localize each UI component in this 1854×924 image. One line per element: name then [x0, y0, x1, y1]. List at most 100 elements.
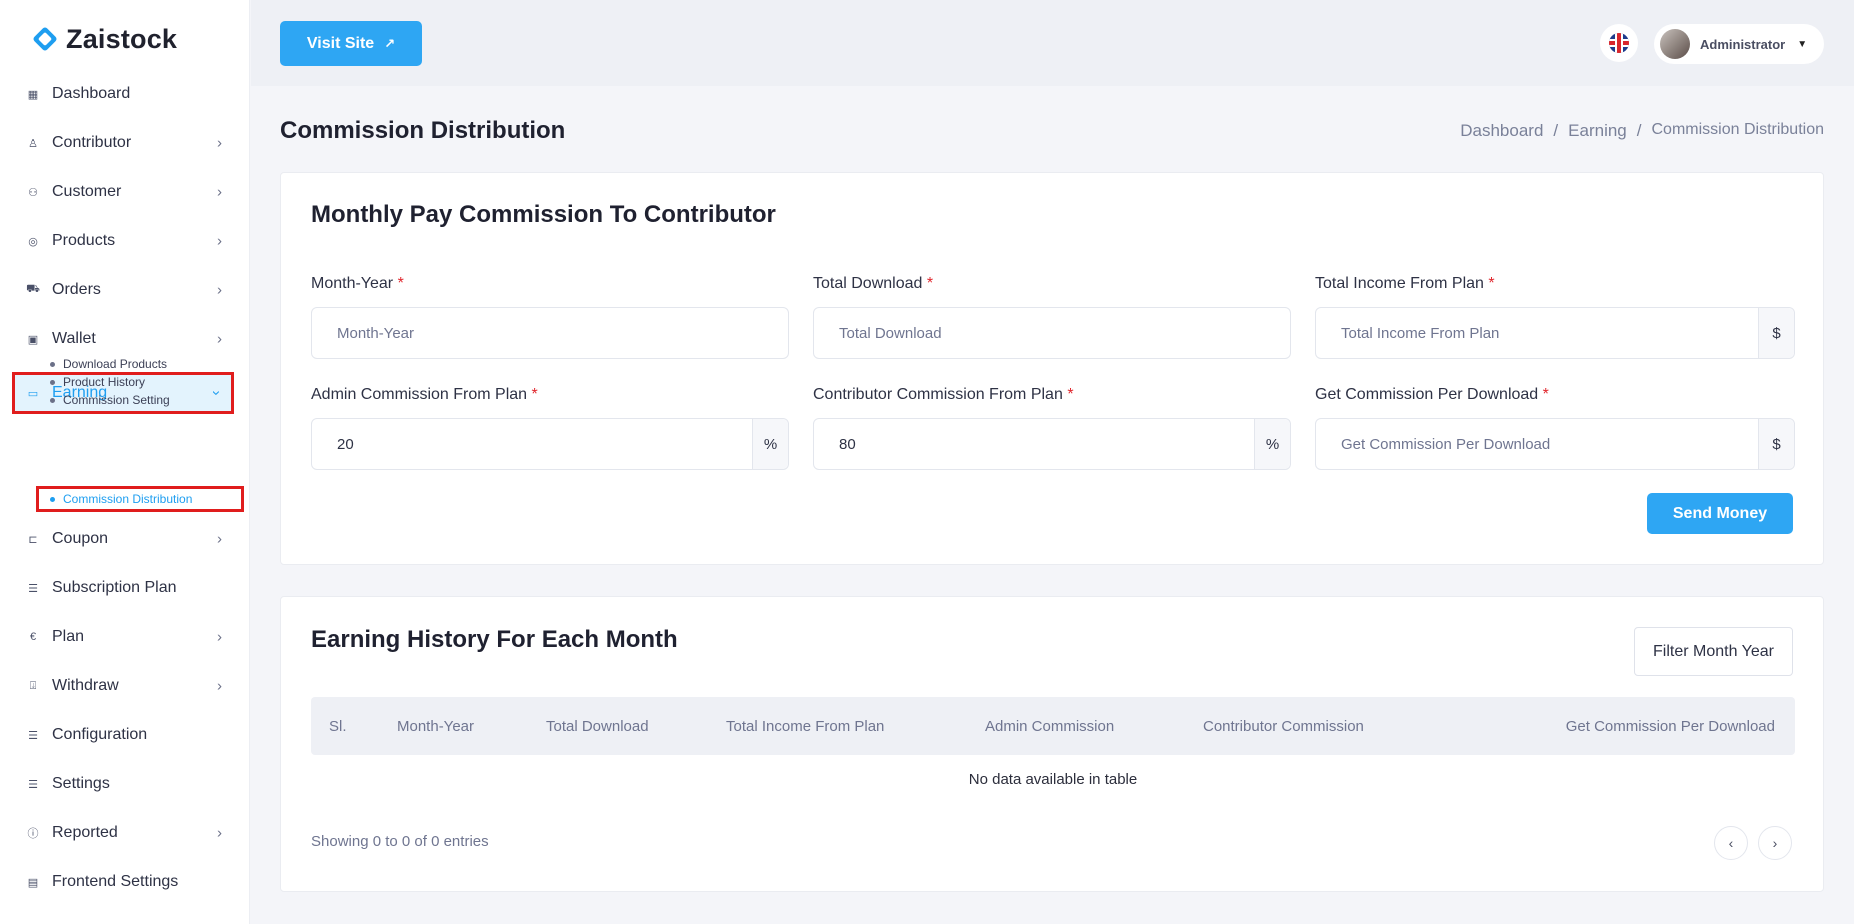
sidebar-item-label: Dashboard: [52, 85, 131, 102]
page-title: Commission Distribution: [280, 117, 566, 144]
contributor-commission-input[interactable]: 80 %: [813, 418, 1291, 470]
sidebar-item-products[interactable]: ◎ Products ›: [12, 221, 234, 261]
sidebar-item-settings[interactable]: ☰ Settings: [12, 764, 234, 804]
sidebar-item-label: Settings: [52, 775, 110, 792]
history-title: Earning History For Each Month: [311, 626, 678, 653]
sidebar-item-label: Orders: [52, 281, 101, 298]
brand-logo[interactable]: Zaistock: [30, 22, 177, 56]
sidebar-item-plan[interactable]: € Plan ›: [12, 617, 234, 657]
stack-icon: ☰: [28, 582, 38, 595]
avatar: [1660, 29, 1690, 59]
contributor-commission-value: 80: [839, 435, 856, 453]
next-page-button[interactable]: ›: [1758, 826, 1792, 860]
user-icon: ♙: [28, 137, 38, 150]
bullet-icon: [50, 361, 55, 367]
prev-page-button[interactable]: ‹: [1714, 826, 1748, 860]
column-header[interactable]: Month-Year: [397, 697, 474, 755]
month-year-placeholder: Month-Year: [337, 324, 414, 342]
column-header[interactable]: Get Commission Per Download: [1566, 697, 1775, 755]
bullet-icon: [50, 379, 55, 385]
column-header[interactable]: Admin Commission: [985, 697, 1114, 755]
sidebar-item-subscription-plan[interactable]: ☰ Subscription Plan: [12, 568, 234, 608]
sidebar-item-label: Configuration: [52, 726, 148, 743]
sub-item-commission-distribution[interactable]: Commission Distribution: [36, 486, 244, 512]
grid-icon: ▦: [27, 88, 39, 101]
empty-table-message: No data available in table: [968, 771, 1138, 788]
sub-item-label: Commission Distribution: [63, 492, 193, 506]
topbar: Visit Site ↗ Administrator ▼: [251, 0, 1854, 86]
column-header[interactable]: Sl.: [329, 697, 347, 755]
table-header: Sl. Month-Year Total Download Total Inco…: [311, 697, 1795, 755]
stack-icon: ☰: [28, 778, 38, 791]
sidebar-item-label: Wallet: [52, 330, 96, 347]
info-icon: ⓘ: [27, 828, 39, 840]
total-download-label: Total Download *: [813, 275, 934, 292]
sub-item-label: Download Products: [63, 357, 168, 371]
visit-site-label: Visit Site: [306, 34, 375, 52]
percent-addon: %: [752, 419, 788, 469]
chevron-right-icon: ›: [217, 824, 222, 842]
per-download-input[interactable]: Get Commission Per Download $: [1315, 418, 1795, 470]
logo-icon: [30, 24, 60, 54]
sidebar-item-label: Coupon: [52, 530, 109, 547]
caret-down-icon: ▼: [1797, 38, 1808, 50]
month-year-label: Month-Year *: [311, 275, 404, 292]
sidebar-item-orders[interactable]: ⛟ Orders ›: [12, 270, 234, 310]
ticket-icon: ⊏: [28, 533, 38, 546]
sidebar-item-withdraw[interactable]: ⍗ Withdraw ›: [12, 666, 234, 706]
language-selector[interactable]: [1600, 24, 1638, 62]
brand-name: Zaistock: [66, 23, 178, 54]
filter-month-year-button[interactable]: Filter Month Year: [1634, 627, 1793, 676]
breadcrumb-separator: /: [1553, 121, 1559, 140]
total-download-placeholder: Total Download: [839, 324, 942, 342]
external-link-icon: ↗: [384, 35, 396, 51]
admin-commission-input[interactable]: 20 %: [311, 418, 789, 470]
chevron-right-icon: ›: [217, 530, 222, 548]
sub-item-product-history[interactable]: Product History: [50, 372, 145, 392]
user-menu[interactable]: Administrator ▼: [1654, 24, 1824, 64]
sidebar-item-frontend-settings[interactable]: ▤ Frontend Settings: [12, 862, 234, 902]
send-money-button[interactable]: Send Money: [1647, 493, 1793, 534]
sidebar: Zaistock ▦ Dashboard ♙ Contributor › ⚇ C…: [0, 0, 250, 924]
chevron-right-icon: ›: [217, 232, 222, 250]
bullet-icon: [50, 397, 55, 403]
bullet-icon: [50, 496, 55, 502]
sidebar-item-label: Reported: [52, 824, 118, 841]
total-income-input[interactable]: Total Income From Plan $: [1315, 307, 1795, 359]
sidebar-item-customer[interactable]: ⚇ Customer ›: [12, 172, 234, 212]
sub-item-label: Product History: [63, 375, 146, 389]
percent-addon: %: [1254, 419, 1290, 469]
sub-item-download-products[interactable]: Download Products: [50, 354, 167, 374]
column-header[interactable]: Total Download: [546, 697, 649, 755]
column-header[interactable]: Contributor Commission: [1203, 697, 1364, 755]
sidebar-item-contributor[interactable]: ♙ Contributor ›: [12, 123, 234, 163]
visit-site-button[interactable]: Visit Site ↗: [280, 21, 422, 66]
total-download-input[interactable]: Total Download: [813, 307, 1291, 359]
chevron-right-icon: ›: [217, 330, 222, 348]
dollar-addon: $: [1758, 419, 1794, 469]
stack-icon: ☰: [28, 729, 38, 742]
column-header[interactable]: Total Income From Plan: [726, 697, 884, 755]
contributor-commission-label: Contributor Commission From Plan *: [813, 386, 1074, 403]
uk-flag-icon: [1609, 33, 1629, 53]
breadcrumb-earning[interactable]: Earning: [1568, 121, 1627, 141]
product-icon: ◎: [28, 235, 38, 248]
form-title: Monthly Pay Commission To Contributor: [311, 201, 776, 228]
layout-icon: ▤: [27, 876, 39, 889]
euro-icon: €: [29, 631, 37, 643]
month-year-input[interactable]: Month-Year: [311, 307, 789, 359]
sidebar-item-label: Frontend Settings: [52, 873, 179, 890]
sub-item-commission-setting[interactable]: Commission Setting: [50, 390, 170, 410]
breadcrumb-dashboard[interactable]: Dashboard: [1460, 121, 1543, 141]
sidebar-item-reported[interactable]: ⓘ Reported ›: [12, 813, 234, 853]
chevron-right-icon: ›: [217, 134, 222, 152]
sidebar-item-configuration[interactable]: ☰ Configuration: [12, 715, 234, 755]
sidebar-item-dashboard[interactable]: ▦ Dashboard: [12, 74, 234, 114]
per-download-label: Get Commission Per Download *: [1315, 386, 1549, 403]
sidebar-item-label: Contributor: [52, 134, 132, 151]
sidebar-item-label: Subscription Plan: [52, 579, 177, 596]
sidebar-item-wallet[interactable]: ▣ Wallet ›: [12, 319, 234, 359]
cart-icon: ⛟: [26, 283, 40, 295]
chevron-right-icon: ›: [217, 628, 222, 646]
sidebar-item-coupon[interactable]: ⊏ Coupon ›: [12, 519, 234, 559]
